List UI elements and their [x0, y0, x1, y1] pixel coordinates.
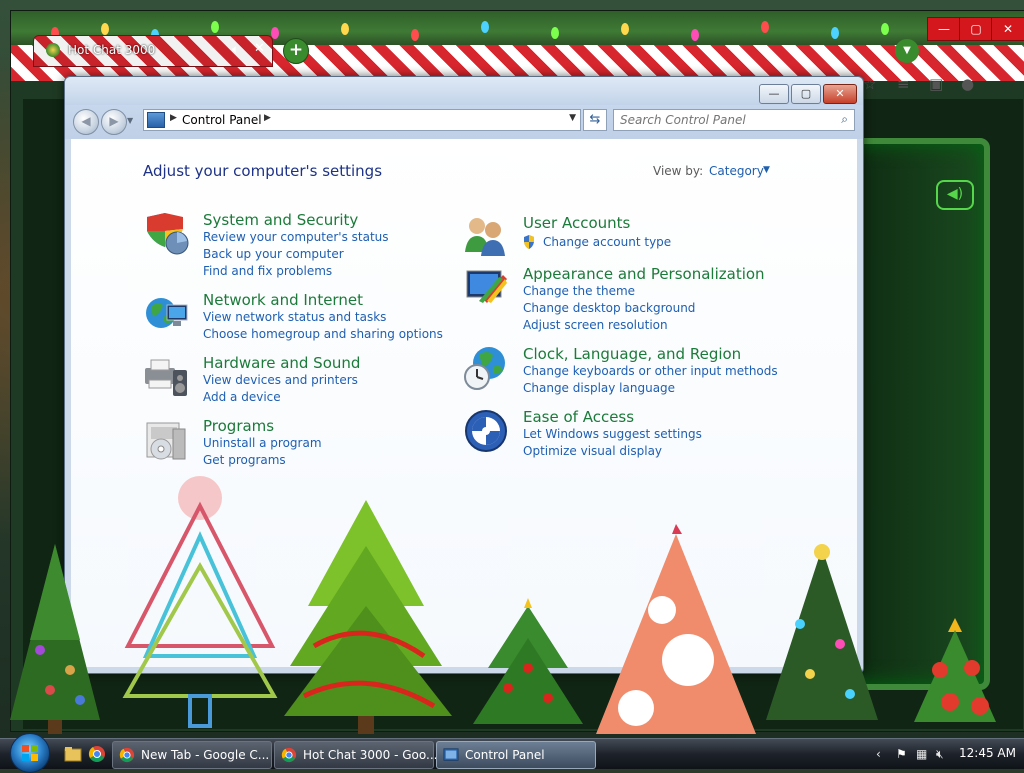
category-link[interactable]: Get programs: [203, 453, 286, 467]
volume-muted-icon[interactable]: 🔇︎: [936, 747, 944, 762]
green-christmas-tree: [284, 500, 452, 734]
taskbar-button-hot-chat[interactable]: Hot Chat 3000 - Goo...: [274, 741, 438, 769]
start-button[interactable]: [10, 733, 50, 773]
blue-lights-christmas-tree: [766, 544, 878, 720]
category-link[interactable]: Change account type: [543, 235, 671, 249]
search-icon[interactable]: ⌕: [841, 112, 848, 127]
category-link[interactable]: Uninstall a program: [203, 436, 322, 450]
network-icon[interactable]: ▦: [916, 747, 927, 761]
breadcrumb-control-panel[interactable]: Control Panel: [182, 113, 262, 127]
address-bar[interactable]: ▶ Control Panel ▶ ▼: [143, 109, 581, 131]
chrome-tab-title: Hot Chat 3000: [68, 43, 156, 57]
category-title[interactable]: User Accounts: [523, 214, 630, 232]
profile-icon[interactable]: ●: [961, 75, 974, 93]
taskbar-button-label: Control Panel: [465, 748, 545, 762]
ornament-christmas-tree: [914, 618, 996, 722]
chrome-tab-hot-chat[interactable]: Hot Chat 3000 🔈︎ ✕: [33, 35, 273, 67]
network-internet-icon: [146, 298, 188, 328]
view-by-label: View by:: [653, 164, 704, 178]
action-center-flag-icon[interactable]: ⚑: [896, 747, 907, 761]
search-box[interactable]: ⌕: [613, 109, 855, 131]
category-link[interactable]: Find and fix problems: [203, 264, 332, 278]
page-title: Adjust your computer's settings: [143, 162, 383, 180]
small-christmas-tree: [473, 598, 583, 724]
chrome-icon: [281, 747, 297, 763]
control-panel-icon: [443, 748, 459, 761]
taskbar-button-label: Hot Chat 3000 - Goo...: [303, 748, 438, 762]
appearance-icon: [466, 270, 507, 303]
taskbar-clock[interactable]: 12:45 AM: [959, 746, 1016, 760]
extension-icon[interactable]: ▣: [929, 75, 943, 93]
minimize-button[interactable]: —: [927, 17, 961, 41]
menu-icon[interactable]: ≡: [897, 75, 910, 93]
cp-maximize-button[interactable]: ▢: [791, 84, 821, 104]
category-link[interactable]: Let Windows suggest settings: [523, 427, 702, 441]
view-by-dropdown[interactable]: Category: [709, 164, 764, 178]
chrome-icon: [119, 747, 135, 763]
recent-pages-chevron-icon[interactable]: ▼: [127, 116, 133, 125]
taskbar-button-label: New Tab - Google C...: [141, 748, 270, 762]
uac-shield-icon: [524, 235, 534, 249]
category-title[interactable]: Appearance and Personalization: [523, 265, 765, 283]
taskbar-button-control-panel[interactable]: Control Panel: [436, 741, 596, 769]
chrome-icon[interactable]: [88, 745, 106, 763]
category-link[interactable]: Adjust screen resolution: [523, 318, 668, 332]
category-link[interactable]: Back up your computer: [203, 247, 344, 261]
category-link[interactable]: Add a device: [203, 390, 281, 404]
category-title[interactable]: Hardware and Sound: [203, 354, 360, 372]
cp-close-button[interactable]: ✕: [823, 84, 857, 104]
user-accounts-icon: [465, 218, 505, 256]
cp-minimize-button[interactable]: —: [759, 84, 789, 104]
category-title[interactable]: Programs: [203, 417, 274, 435]
refresh-button[interactable]: ⇆: [583, 109, 607, 131]
forward-button[interactable]: ▶: [101, 109, 127, 135]
breadcrumb-separator-icon[interactable]: ▶: [170, 113, 177, 123]
pink-christmas-tree: [596, 524, 756, 734]
volume-icon[interactable]: ◀): [936, 180, 974, 210]
folder-icon[interactable]: [64, 745, 82, 763]
maximize-button[interactable]: ▢: [959, 17, 993, 41]
hot-chat-favicon-icon: [46, 43, 60, 57]
control-panel-icon: [147, 112, 165, 128]
new-tab-button[interactable]: +: [283, 38, 309, 64]
close-button[interactable]: ✕: [991, 17, 1024, 41]
cp-navigation-bar: ◀ ▶ ▼ ▶ Control Panel ▶ ▼ ⇆ ⌕: [65, 105, 863, 139]
programs-icon: [146, 422, 186, 460]
category-link[interactable]: Change the theme: [523, 284, 635, 298]
ease-of-access-icon: [465, 410, 507, 452]
category-link[interactable]: Change display language: [523, 381, 675, 395]
christmas-tree-gadget: [10, 544, 100, 734]
taskbar-button-new-tab[interactable]: New Tab - Google C...: [112, 741, 272, 769]
circuit-christmas-tree: [122, 476, 278, 728]
category-title[interactable]: Network and Internet: [203, 291, 363, 309]
category-title[interactable]: Ease of Access: [523, 408, 634, 426]
hardware-sound-icon: [145, 359, 187, 396]
category-title[interactable]: System and Security: [203, 211, 358, 229]
system-security-icon: [147, 213, 189, 255]
category-link[interactable]: Optimize visual display: [523, 444, 662, 458]
taskbar: New Tab - Google C... Hot Chat 3000 - Go…: [0, 733, 1024, 773]
chevron-down-icon[interactable]: ▼: [569, 113, 576, 123]
category-title[interactable]: Clock, Language, and Region: [523, 345, 741, 363]
cp-titlebar: — ▢ ✕: [65, 77, 863, 105]
back-button[interactable]: ◀: [73, 109, 99, 135]
windows-logo-icon: [22, 745, 38, 761]
search-input[interactable]: [618, 112, 832, 128]
chevron-down-icon[interactable]: ▼: [895, 39, 919, 63]
category-link[interactable]: Change desktop background: [523, 301, 695, 315]
category-link[interactable]: Review your computer's status: [203, 230, 389, 244]
speaker-icon[interactable]: 🔈︎: [232, 42, 239, 57]
category-link[interactable]: View devices and printers: [203, 373, 358, 387]
category-link[interactable]: View network status and tasks: [203, 310, 386, 324]
tab-close-icon[interactable]: ✕: [254, 41, 265, 56]
star-icon[interactable]: ☆: [863, 75, 876, 93]
chevron-down-icon[interactable]: ▼: [763, 165, 770, 175]
category-link[interactable]: Choose homegroup and sharing options: [203, 327, 443, 341]
show-hidden-icons-chevron-icon[interactable]: ‹: [876, 747, 881, 761]
breadcrumb-separator-icon[interactable]: ▶: [264, 113, 271, 123]
clock-globe-icon: [464, 347, 505, 390]
category-link[interactable]: Change keyboards or other input methods: [523, 364, 778, 378]
